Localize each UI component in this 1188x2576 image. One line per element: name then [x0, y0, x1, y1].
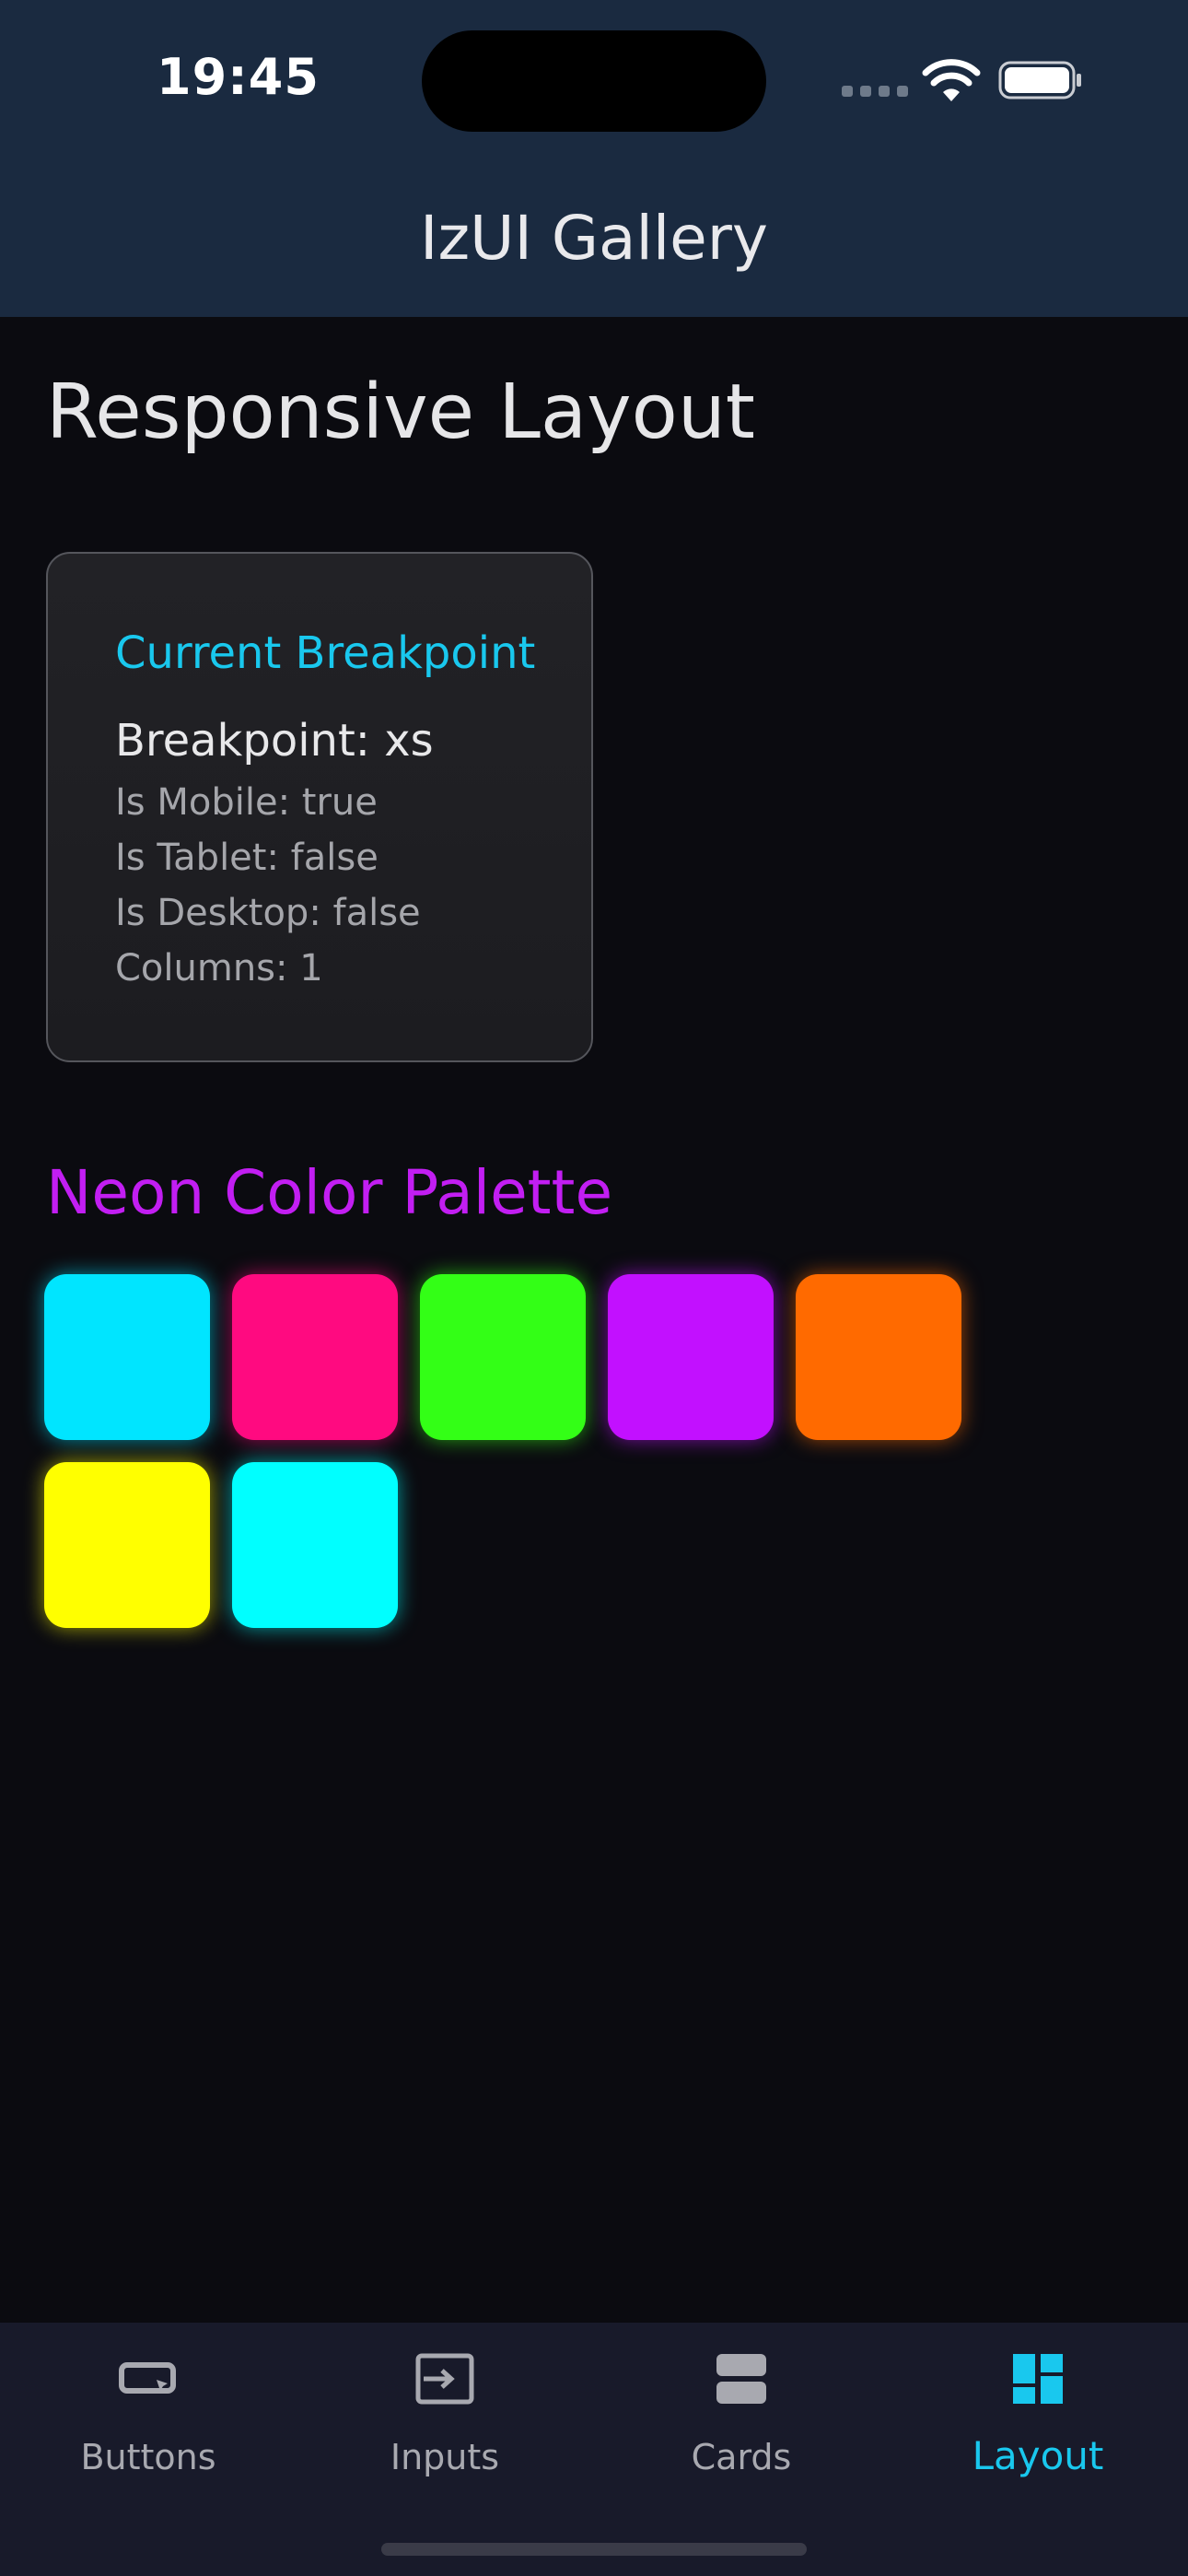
home-indicator	[381, 2543, 807, 2556]
color-swatch[interactable]	[44, 1274, 210, 1440]
input-icon	[415, 2353, 474, 2405]
dashboard-icon	[1013, 2354, 1063, 2404]
dynamic-island	[422, 30, 766, 132]
is-tablet-value: Is Tablet: false	[115, 837, 379, 879]
columns-value: Columns: 1	[115, 947, 323, 989]
bottom-tab-bar: Buttons Inputs Cards Layout	[0, 2323, 1188, 2576]
tab-label: Layout	[972, 2433, 1104, 2478]
status-time: 19:45	[157, 48, 320, 106]
palette-heading: Neon Color Palette	[46, 1157, 613, 1228]
is-desktop-value: Is Desktop: false	[115, 892, 421, 934]
is-mobile-value: Is Mobile: true	[115, 781, 378, 824]
app-header: 19:45 IzUI Gallery	[0, 0, 1188, 317]
color-swatch[interactable]	[420, 1274, 586, 1440]
breakpoint-card-title: Current Breakpoint	[115, 627, 536, 679]
tab-buttons[interactable]: Buttons	[0, 2323, 297, 2507]
wifi-icon	[922, 59, 981, 101]
tab-label: Inputs	[390, 2437, 500, 2477]
tab-label: Cards	[691, 2437, 792, 2477]
breakpoint-value: Breakpoint: xs	[115, 715, 434, 767]
color-swatch[interactable]	[44, 1462, 210, 1628]
color-swatch[interactable]	[232, 1274, 398, 1440]
color-swatch[interactable]	[608, 1274, 774, 1440]
tab-layout[interactable]: Layout	[890, 2323, 1186, 2507]
tab-cards[interactable]: Cards	[593, 2323, 890, 2507]
button-icon	[119, 2362, 176, 2394]
cards-icon	[716, 2354, 766, 2404]
color-swatch[interactable]	[796, 1274, 961, 1440]
tab-label: Buttons	[80, 2437, 216, 2477]
page-title: Responsive Layout	[46, 369, 755, 456]
battery-icon	[998, 61, 1081, 100]
breakpoint-card: Current Breakpoint Breakpoint: xs Is Mob…	[46, 552, 593, 1062]
color-swatch[interactable]	[232, 1462, 398, 1628]
cellular-signal-icon	[842, 86, 908, 97]
tab-inputs[interactable]: Inputs	[297, 2323, 593, 2507]
app-title: IzUI Gallery	[420, 203, 768, 274]
